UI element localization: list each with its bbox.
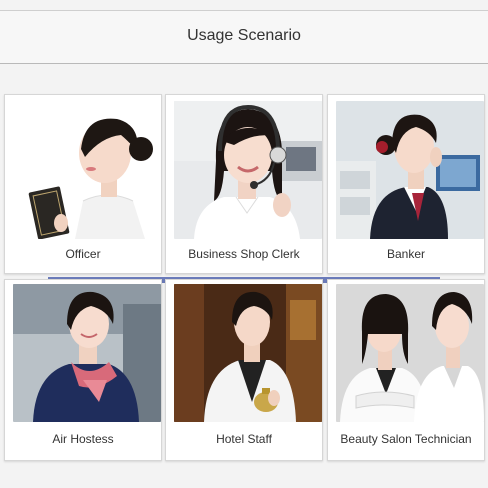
scenario-card-banker: Banker — [327, 94, 485, 274]
banker-photo — [336, 101, 484, 239]
air-hostess-photo — [13, 284, 161, 422]
scenario-card-beauty-salon: Beauty Salon Technician — [327, 279, 485, 461]
page-title: Usage Scenario — [187, 27, 301, 44]
header-bar: Usage Scenario — [0, 10, 488, 64]
scenario-card-officer: Officer — [4, 94, 162, 274]
card-label-banker: Banker — [386, 247, 426, 261]
beauty-salon-photo — [336, 284, 484, 422]
card-label-beauty-salon: Beauty Salon Technician — [340, 432, 472, 446]
scenario-card-shop-clerk: Business Shop Clerk — [165, 94, 323, 274]
card-label-hotel-staff: Hotel Staff — [216, 432, 272, 446]
shop-clerk-photo — [174, 101, 322, 239]
scenario-card-hotel-staff: Hotel Staff — [165, 279, 323, 461]
hotel-staff-photo — [174, 284, 322, 422]
card-label-officer: Officer — [65, 247, 101, 261]
officer-photo — [13, 101, 161, 239]
card-label-air-hostess: Air Hostess — [52, 432, 114, 446]
card-label-shop-clerk: Business Shop Clerk — [188, 247, 300, 261]
scenario-card-air-hostess: Air Hostess — [4, 279, 162, 461]
